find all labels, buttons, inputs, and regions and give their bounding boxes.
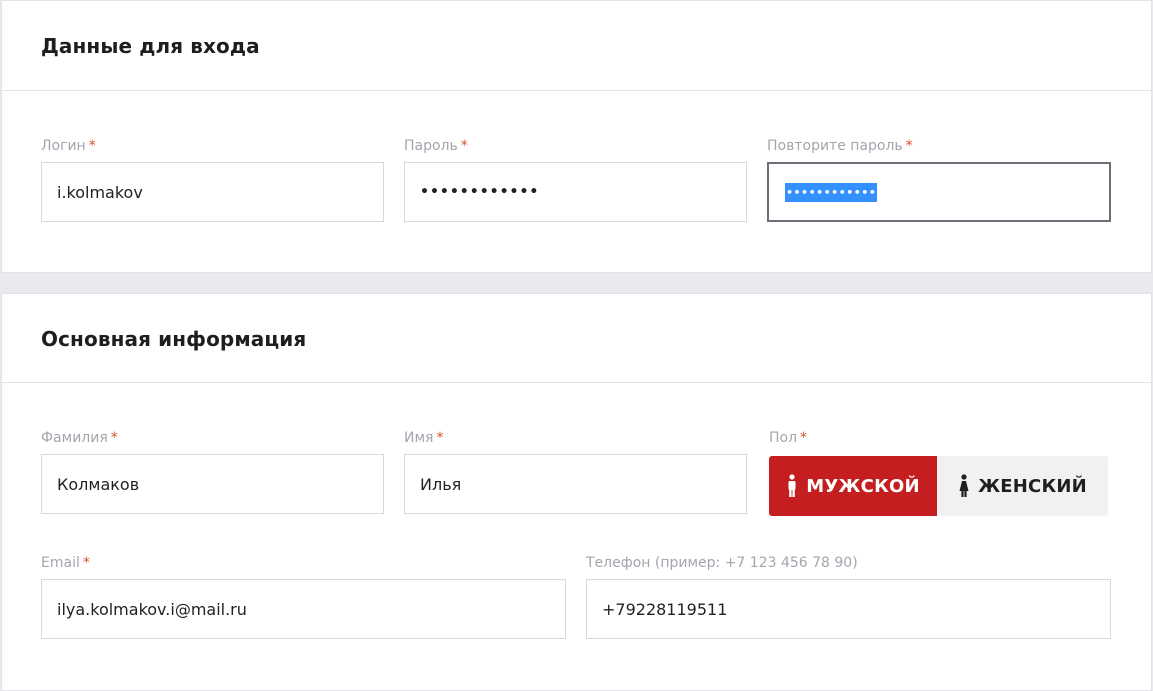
phone-field: Телефон (пример: +7 123 456 78 90) +7922… (586, 555, 1111, 641)
phone-label: Телефон (пример: +7 123 456 78 90) (586, 555, 858, 571)
login-data-title: Данные для входа (41, 33, 260, 58)
gender-male-label: МУЖСКОЙ (806, 475, 920, 497)
required-mark: * (436, 430, 444, 446)
required-mark: * (110, 430, 118, 446)
gender-toggle: МУЖСКОЙ ЖЕНСКИЙ (769, 456, 1108, 516)
password-masked-value: •••••••••••• (420, 184, 540, 200)
password-repeat-selected-value: •••••••••••• (785, 182, 878, 202)
login-label: Логин * (41, 138, 96, 154)
gender-female-label: ЖЕНСКИЙ (978, 475, 1087, 497)
required-mark: * (905, 138, 913, 154)
male-person-icon (788, 474, 796, 497)
email-label: Email * (41, 555, 90, 571)
password-field: Пароль * •••••••••••• (404, 138, 747, 224)
first-name-field: Имя * Илья (404, 430, 747, 516)
gender-male-button[interactable]: МУЖСКОЙ (769, 456, 937, 516)
required-mark: * (800, 430, 808, 446)
login-input[interactable]: i.kolmakov (41, 162, 384, 222)
last-name-input[interactable]: Колмаков (41, 454, 384, 514)
required-mark: * (82, 555, 90, 571)
required-mark: * (460, 138, 468, 154)
password-input[interactable]: •••••••••••• (404, 162, 747, 222)
password-repeat-label: Повторите пароль * (767, 138, 913, 154)
password-repeat-input[interactable]: •••••••••••• (767, 162, 1111, 222)
login-field: Логин * i.kolmakov (41, 138, 384, 224)
phone-input[interactable]: +79228119511 (586, 579, 1111, 639)
first-name-label: Имя * (404, 430, 444, 446)
first-name-input[interactable]: Илья (404, 454, 747, 514)
main-info-header: Основная информация (2, 294, 1151, 383)
password-repeat-field: Повторите пароль * •••••••••••• (767, 138, 1111, 224)
gender-female-button[interactable]: ЖЕНСКИЙ (937, 456, 1108, 516)
login-data-card: Данные для входа Логин * i.kolmakov Парол… (1, 0, 1152, 273)
email-field: Email * ilya.kolmakov.i@mail.ru (41, 555, 566, 641)
password-label: Пароль * (404, 138, 468, 154)
gender-field: Пол * МУЖСКОЙ ЖЕНСКИЙ (769, 430, 1108, 520)
main-info-title: Основная информация (41, 327, 307, 351)
email-input[interactable]: ilya.kolmakov.i@mail.ru (41, 579, 566, 639)
gender-label: Пол * (769, 430, 808, 446)
required-mark: * (88, 138, 96, 154)
female-person-icon (959, 474, 969, 497)
last-name-label: Фамилия * (41, 430, 118, 446)
login-data-header: Данные для входа (2, 1, 1151, 91)
last-name-field: Фамилия * Колмаков (41, 430, 384, 516)
main-info-card: Основная информация Фамилия * Колмаков Им… (1, 293, 1152, 691)
